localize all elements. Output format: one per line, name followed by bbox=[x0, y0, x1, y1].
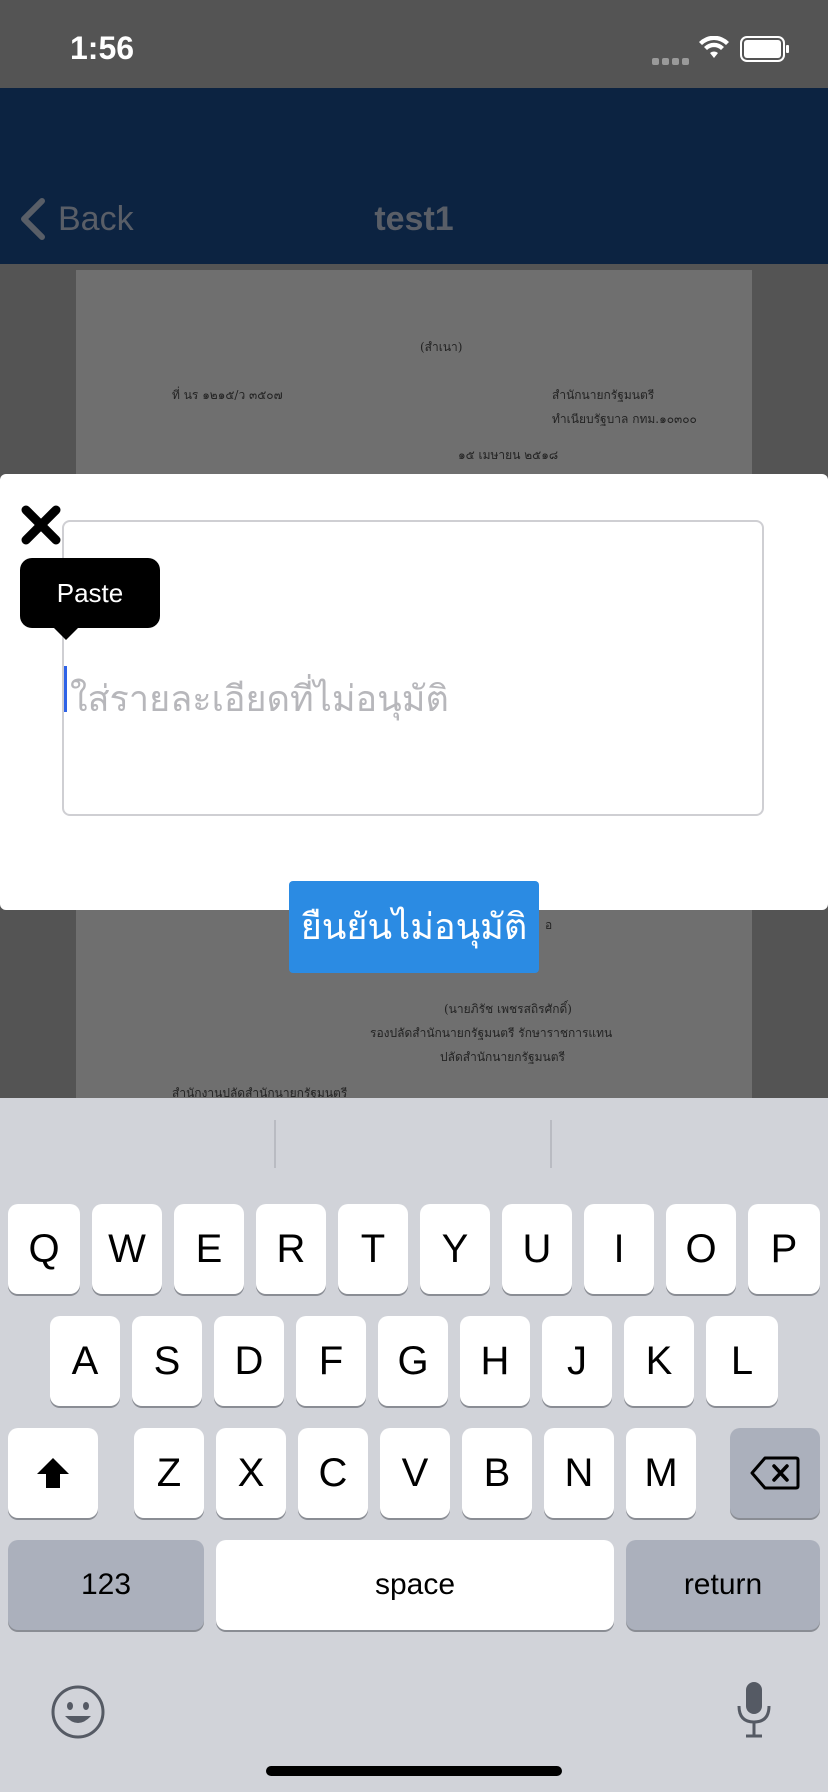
key-k[interactable]: K bbox=[624, 1316, 694, 1406]
paste-callout-pointer bbox=[52, 626, 80, 640]
reject-reason-placeholder: ใส่รายละเอียดที่ไม่อนุมัติ bbox=[70, 678, 449, 719]
return-key[interactable]: return bbox=[626, 1540, 820, 1630]
doc-line: รองปลัดสํานักนายกรัฐมนตรี รักษาราชการแทน bbox=[370, 1026, 613, 1040]
key-b[interactable]: B bbox=[462, 1428, 532, 1518]
battery-icon bbox=[740, 36, 789, 62]
paste-button[interactable]: Paste bbox=[20, 558, 160, 628]
key-x[interactable]: X bbox=[216, 1428, 286, 1518]
cellular-signal-icon bbox=[652, 52, 692, 70]
key-c[interactable]: C bbox=[298, 1428, 368, 1518]
suggestion-divider bbox=[550, 1120, 552, 1168]
numbers-key[interactable]: 123 bbox=[8, 1540, 204, 1630]
key-f[interactable]: F bbox=[296, 1316, 366, 1406]
reject-reason-textarea[interactable] bbox=[62, 520, 764, 816]
shift-icon bbox=[37, 1458, 69, 1488]
close-button[interactable] bbox=[20, 504, 62, 551]
key-n[interactable]: N bbox=[544, 1428, 614, 1518]
doc-line: ทําเนียบรัฐบาล กทม.๑๐๓๐๐ bbox=[552, 412, 697, 426]
suggestion-divider bbox=[274, 1120, 276, 1168]
delete-key[interactable] bbox=[730, 1428, 820, 1518]
space-key[interactable]: space bbox=[216, 1540, 614, 1630]
key-s[interactable]: S bbox=[132, 1316, 202, 1406]
doc-line: (สําเนา) bbox=[420, 340, 463, 354]
emoji-button[interactable] bbox=[50, 1684, 106, 1745]
doc-line: (นายภิรัช เพชรสถิรศักดิ์) bbox=[444, 1002, 572, 1016]
key-o[interactable]: O bbox=[666, 1204, 736, 1294]
page-title: test1 bbox=[374, 200, 454, 238]
key-r[interactable]: R bbox=[256, 1204, 326, 1294]
text-caret bbox=[64, 666, 67, 712]
emoji-icon bbox=[51, 1685, 105, 1739]
key-t[interactable]: T bbox=[338, 1204, 408, 1294]
key-w[interactable]: W bbox=[92, 1204, 162, 1294]
doc-line: ที่ นร ๑๒๑๕/ว ๓๕๐๗ bbox=[172, 388, 283, 402]
backspace-icon bbox=[750, 1456, 800, 1490]
key-q[interactable]: Q bbox=[8, 1204, 80, 1294]
key-l[interactable]: L bbox=[706, 1316, 778, 1406]
key-u[interactable]: U bbox=[502, 1204, 572, 1294]
key-g[interactable]: G bbox=[378, 1316, 448, 1406]
microphone-icon bbox=[737, 1682, 771, 1738]
wifi-icon bbox=[699, 36, 729, 58]
key-h[interactable]: H bbox=[460, 1316, 530, 1406]
key-j[interactable]: J bbox=[542, 1316, 612, 1406]
shift-key[interactable] bbox=[8, 1428, 98, 1518]
dictation-button[interactable] bbox=[734, 1680, 774, 1745]
status-time: 1:56 bbox=[70, 30, 135, 66]
key-p[interactable]: P bbox=[748, 1204, 820, 1294]
doc-line: ปลัดสํานักนายกรัฐมนตรี bbox=[440, 1050, 565, 1064]
key-a[interactable]: A bbox=[50, 1316, 120, 1406]
confirm-reject-button[interactable]: ยืนยันไม่อนุมัติ bbox=[289, 881, 539, 973]
key-z[interactable]: Z bbox=[134, 1428, 204, 1518]
status-bar: 1:56 bbox=[0, 0, 828, 88]
doc-line: อ bbox=[545, 918, 553, 932]
key-d[interactable]: D bbox=[214, 1316, 284, 1406]
close-icon bbox=[21, 505, 61, 545]
key-v[interactable]: V bbox=[380, 1428, 450, 1518]
key-e[interactable]: E bbox=[174, 1204, 244, 1294]
key-i[interactable]: I bbox=[584, 1204, 654, 1294]
key-m[interactable]: M bbox=[626, 1428, 696, 1518]
doc-line: ๑๕ เมษายน ๒๕๑๘ bbox=[458, 448, 559, 462]
doc-line: สํานักนายกรัฐมนตรี bbox=[552, 388, 655, 402]
home-indicator bbox=[266, 1766, 562, 1776]
key-y[interactable]: Y bbox=[420, 1204, 490, 1294]
